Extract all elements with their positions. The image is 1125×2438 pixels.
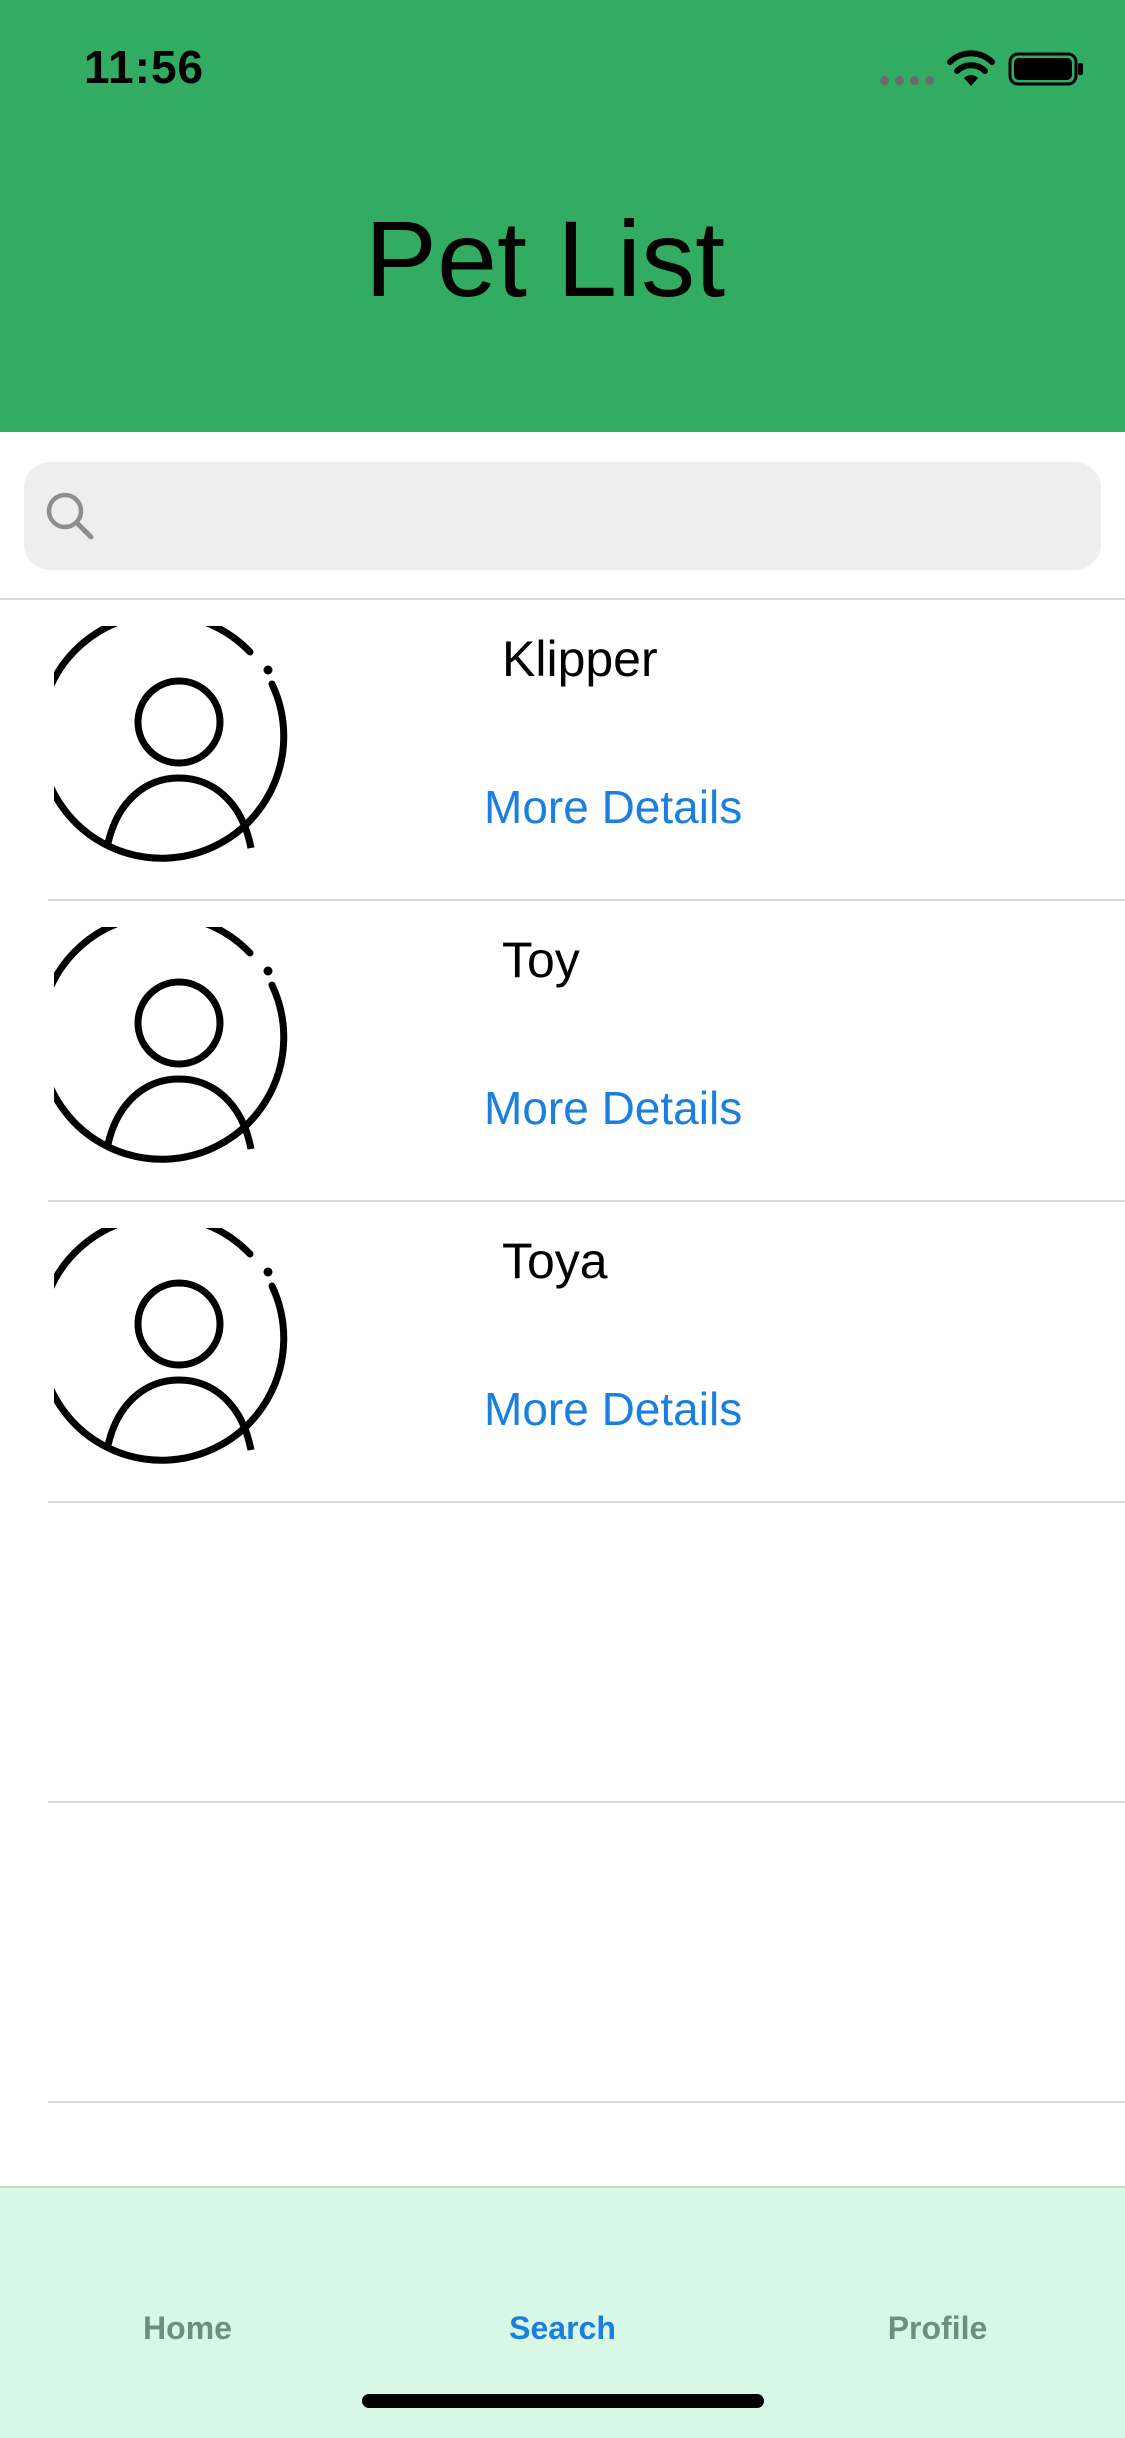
search-icon bbox=[46, 492, 94, 540]
pet-name: Toya bbox=[502, 1233, 608, 1289]
tab-home[interactable]: Home bbox=[0, 2310, 375, 2347]
pet-name: Klipper bbox=[502, 631, 658, 687]
tab-search[interactable]: Search bbox=[375, 2310, 750, 2347]
header: 11:56 Pet List bbox=[0, 0, 1125, 432]
avatar-icon bbox=[54, 626, 288, 862]
page-title: Pet List bbox=[364, 198, 726, 319]
more-details-link[interactable]: More Details bbox=[484, 1081, 742, 1135]
status-time: 11:56 bbox=[84, 41, 205, 93]
tab-profile[interactable]: Profile bbox=[750, 2310, 1125, 2347]
search-bar[interactable] bbox=[24, 462, 1101, 570]
cellular-signal-icon bbox=[880, 76, 934, 86]
avatar-icon bbox=[54, 1228, 288, 1464]
battery-icon bbox=[1008, 52, 1083, 86]
search-input[interactable] bbox=[114, 482, 1078, 552]
avatar-icon bbox=[54, 927, 288, 1163]
pet-row[interactable]: Toy More Details bbox=[48, 901, 1125, 1202]
pet-list: Klipper More Details Toy More Details To… bbox=[0, 600, 1125, 2103]
pet-row[interactable]: Toya More Details bbox=[48, 1202, 1125, 1503]
empty-row bbox=[48, 1803, 1125, 2103]
pet-name: Toy bbox=[502, 932, 580, 988]
home-indicator[interactable] bbox=[362, 2394, 764, 2408]
wifi-icon bbox=[947, 50, 995, 86]
pet-row[interactable]: Klipper More Details bbox=[48, 600, 1125, 901]
more-details-link[interactable]: More Details bbox=[484, 780, 742, 834]
empty-row bbox=[48, 1503, 1125, 1803]
more-details-link[interactable]: More Details bbox=[484, 1382, 742, 1436]
